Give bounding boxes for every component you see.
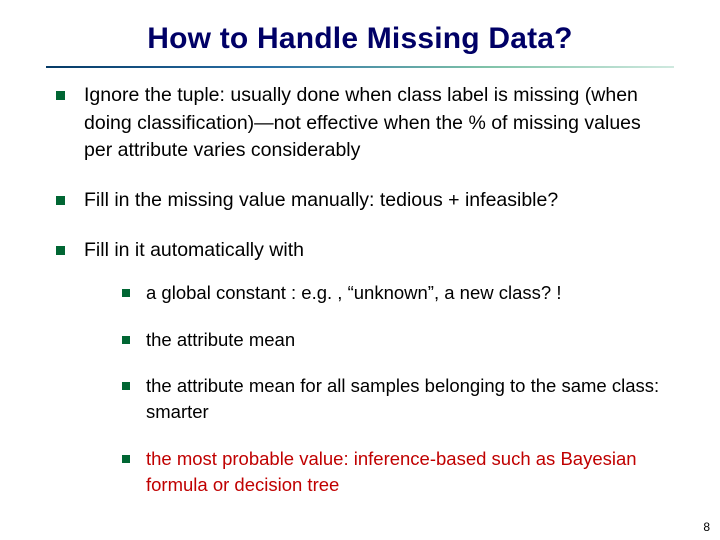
bullet-text: Fill in it automatically with <box>84 239 304 261</box>
list-item: the most probable value: inference-based… <box>122 446 674 499</box>
list-item: a global constant : e.g. , “unknown”, a … <box>122 280 674 306</box>
slide: How to Handle Missing Data? Ignore the t… <box>0 0 720 540</box>
bullet-text: Fill in the missing value manually: tedi… <box>84 189 558 211</box>
list-item: the attribute mean <box>122 327 674 353</box>
bullet-text: Ignore the tuple: usually done when clas… <box>84 84 641 161</box>
list-item: Ignore the tuple: usually done when clas… <box>56 82 674 165</box>
bullet-text: the attribute mean for all samples belon… <box>146 375 659 422</box>
sub-bullet-list: a global constant : e.g. , “unknown”, a … <box>84 280 674 498</box>
bullet-text: the attribute mean <box>146 329 295 350</box>
list-item: Fill in the missing value manually: tedi… <box>56 187 674 215</box>
list-item: Fill in it automatically with a global c… <box>56 237 674 498</box>
page-number: 8 <box>703 520 710 534</box>
divider <box>46 66 674 68</box>
bullet-text: a global constant : e.g. , “unknown”, a … <box>146 282 561 303</box>
bullet-text-highlight: the most probable value: inference-based… <box>146 448 637 495</box>
page-title: How to Handle Missing Data? <box>0 0 720 66</box>
bullet-list: Ignore the tuple: usually done when clas… <box>0 82 720 498</box>
list-item: the attribute mean for all samples belon… <box>122 373 674 426</box>
